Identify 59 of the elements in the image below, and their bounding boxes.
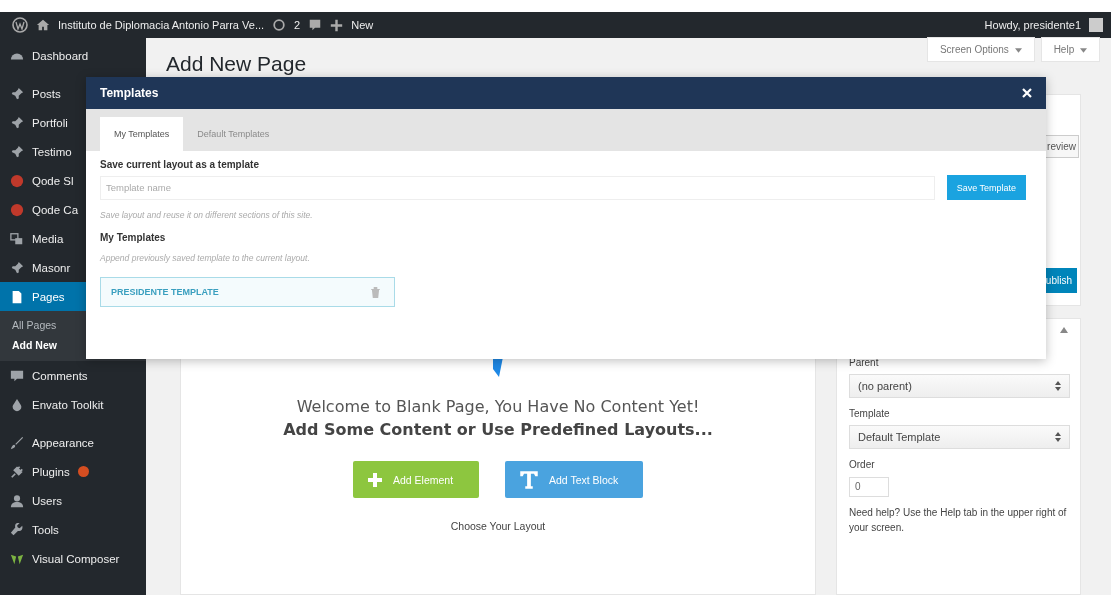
updown-arrows-icon <box>1055 432 1061 442</box>
drop-icon <box>10 397 24 412</box>
template-label: Template <box>849 408 891 419</box>
templates-heading: My Templates <box>100 232 167 243</box>
logo-icon[interactable] <box>12 17 28 33</box>
collapse-icon[interactable] <box>1060 327 1068 333</box>
order-label: Order <box>849 459 876 470</box>
brush-icon <box>10 435 24 450</box>
close-icon[interactable] <box>1022 88 1032 98</box>
layout-heading: Choose Your Layout <box>450 520 546 532</box>
sidebar-item[interactable]: Dashboard <box>0 41 146 70</box>
page-title: Add New Page <box>166 52 307 76</box>
parent-select[interactable]: (no parent) <box>849 374 1070 398</box>
sidebar-item[interactable]: Comments <box>0 361 146 390</box>
save-hint: Save layout and reuse it on different sections of this site. <box>100 210 314 220</box>
order-field[interactable]: 0 <box>849 476 889 497</box>
comment-icon[interactable] <box>308 18 323 32</box>
home-icon[interactable] <box>36 18 50 32</box>
media-icon <box>10 231 24 246</box>
wrench-icon <box>10 522 24 537</box>
text-icon <box>519 469 539 490</box>
user-icon <box>10 493 24 508</box>
templates-hint: Append previously saved template to the current layout. <box>100 253 311 263</box>
sidebar-item[interactable]: Plugins <box>0 457 146 486</box>
bubble-icon <box>10 368 24 383</box>
sidebar-item[interactable]: Tools <box>0 515 146 544</box>
template-select[interactable]: Default Template <box>849 425 1070 449</box>
updown-arrows-icon <box>1055 381 1061 391</box>
sidebar-item[interactable]: Envato Toolkit <box>0 390 146 419</box>
sidebar-item[interactable]: Visual Composer <box>0 544 146 573</box>
pin-icon <box>10 144 24 159</box>
help-button[interactable]: Help <box>1041 38 1099 61</box>
sidebar-item[interactable]: Users <box>0 486 146 515</box>
site-name-link[interactable]: Instituto de Diplomacia Antonio Parra Ve... <box>58 19 265 31</box>
plus-icon <box>367 471 383 488</box>
help-text: Need help? Use the Help tab in the upper right of your screen. <box>849 505 1068 535</box>
circle-icon <box>10 173 24 188</box>
welcome-text: Welcome to Blank Page, You Have No Content Yet! <box>296 397 700 416</box>
plus-icon[interactable] <box>330 18 344 32</box>
prompt-text: Add Some Content or Use Predefined Layouts... <box>283 420 713 439</box>
pin-icon <box>10 86 24 101</box>
circle-icon <box>10 202 24 217</box>
pin-icon <box>10 260 24 275</box>
updates-count[interactable]: 2 <box>294 19 301 31</box>
greeting-link[interactable]: Howdy, presidente1 <box>984 19 1081 31</box>
save-label: Save current layout as a template <box>100 159 260 170</box>
plug-icon <box>10 464 24 479</box>
caret-icon <box>1014 47 1022 53</box>
dialog-title: Templates <box>100 86 159 100</box>
sidebar-item[interactable]: Appearance <box>0 428 146 457</box>
pin-icon <box>10 115 24 130</box>
screen-options-button[interactable]: Screen Options <box>927 38 1034 61</box>
page-icon <box>10 289 24 304</box>
caret-icon <box>1080 47 1087 53</box>
preview-button[interactable]: review <box>1044 135 1079 158</box>
new-link[interactable]: New <box>351 19 374 31</box>
template-name-field[interactable]: Template name <box>100 175 935 200</box>
refresh-icon[interactable] <box>272 18 287 32</box>
dialog-tab[interactable]: My Templates <box>100 117 184 151</box>
